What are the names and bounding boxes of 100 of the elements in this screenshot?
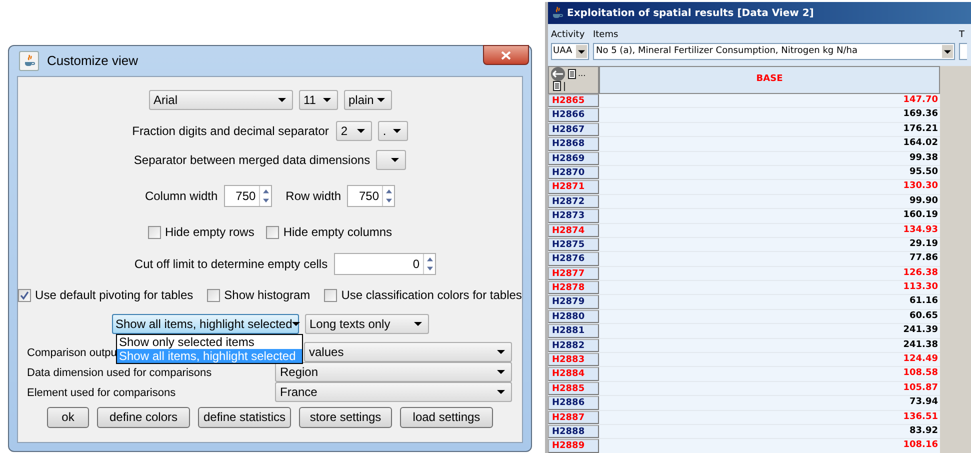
field-label: Column width [144,188,218,205]
checkbox[interactable] [207,288,220,302]
field-label: Element used for comparisons [27,387,176,399]
table-cell-text: 169.36 [902,108,939,122]
document-icon[interactable] [568,69,576,79]
checkbox[interactable] [18,288,32,302]
row-header[interactable]: H2870 [548,166,599,180]
dropdown[interactable]: . [378,121,408,141]
caret-icon [944,50,951,54]
dropdown[interactable]: UAA [551,43,589,60]
dropdown[interactable]: Arial [148,90,292,110]
field-label: Fraction digits and decimal separator [132,123,329,140]
document-icon[interactable] [553,81,561,91]
checkbox-label: Use default pivoting for tables [35,287,194,304]
dropdown[interactable]: 11 [298,90,338,110]
cup-icon [550,6,564,20]
field-label: Comparison outpu [27,347,117,359]
caret-icon [322,98,330,102]
field-label: Data dimension used for comparisons [27,367,212,379]
table-cell-text: 176.21 [902,122,939,136]
table-cell-text: 73.94 [908,396,939,410]
spinner-field[interactable]: 0 [334,253,436,275]
dialog-button[interactable]: ok [47,406,89,428]
checkbox[interactable] [148,226,161,238]
table-cell-text: 241.39 [902,324,939,338]
dropdown[interactable]: plain [344,90,392,110]
cup-icon [22,54,36,68]
close-icon [501,50,511,60]
table-cell-text: 241.38 [902,338,939,352]
window-title: Exploitation of spatial results [Data View 2] [567,6,814,20]
caret-icon [497,390,505,394]
checkbox[interactable] [266,226,280,238]
row-header[interactable]: H2888 [548,424,599,438]
caret-icon [578,50,585,54]
dialog-button[interactable]: define statistics [198,406,291,428]
row-header[interactable]: H2872 [548,194,599,208]
row-header[interactable]: H2869 [548,152,599,165]
table-cell-text: 136.51 [902,410,939,424]
row-header[interactable]: H2879 [548,295,599,309]
table-cell-text: 147.70 [902,94,939,107]
row-header[interactable]: H2886 [548,396,599,410]
field-label: Cut off limit to determine empty cells [134,256,328,273]
dialog-button[interactable]: load settings [400,406,493,428]
more-label[interactable]: ... [578,69,586,79]
row-header[interactable]: H2880 [548,310,599,324]
dropdown[interactable]: values [304,342,512,362]
table-cell-text: 60.65 [908,310,939,323]
dropdown[interactable]: No 5 (a), Mineral Fertilizer Consumption, Nitrogen kg N/ha [593,43,955,60]
dropdown[interactable]: France [275,382,512,402]
row-header[interactable]: H2882 [548,338,599,352]
dropdown-option[interactable]: Show only selected items [117,335,302,349]
row-header[interactable]: H2868 [548,137,599,151]
checkbox-label: Hide empty rows [164,224,254,241]
dialog-button[interactable]: define colors [97,406,190,428]
table-cell-text: 61.16 [908,295,939,308]
table-cell-text: 134.93 [902,224,939,237]
caret-icon [497,350,505,354]
table-cell-text: 126.38 [902,266,939,280]
field-label: Separator between merged data dimensions [134,152,370,169]
dropdown[interactable]: Region [275,362,512,382]
table-cell-text: 108.58 [902,367,939,380]
caret-icon [414,322,422,326]
table-cell-text: 108.16 [902,439,939,452]
dropdown[interactable] [376,150,406,170]
dropdown[interactable]: 2 [336,121,372,141]
row-header[interactable]: H2875 [548,238,599,252]
table-cell-text: 164.02 [902,137,939,150]
checkbox[interactable] [324,288,338,302]
caret-icon [391,158,400,162]
caret-icon [376,98,384,102]
table-cell-text: 77.86 [908,252,939,266]
field-label: T [959,29,966,41]
field-label: Row width [286,188,342,205]
back-arrow-icon[interactable] [550,67,566,81]
dialog-button[interactable]: store settings [299,406,392,428]
close-button[interactable] [483,45,529,65]
caret-icon [278,98,286,102]
table-cell-text: 160.19 [902,209,939,222]
caret-icon [356,129,365,133]
field-label: Activity [551,29,586,41]
row-header[interactable]: H2867 [548,122,599,136]
table-cell-text: 99.90 [908,194,939,208]
table-cell-text: 95.50 [908,166,939,179]
row-header[interactable]: H2876 [548,252,599,266]
checkbox-label: Show histogram [224,287,310,304]
table-cell-text: 105.87 [902,382,939,395]
row-header[interactable]: H2866 [548,108,599,122]
dropdown[interactable]: Long texts only [304,314,428,334]
caret-icon [392,129,401,133]
caret-icon [292,322,300,326]
row-header[interactable]: H2873 [548,209,599,223]
table-cell-text: 29.19 [908,238,939,251]
row-header[interactable]: H2881 [548,324,599,338]
checkbox-label: Hide empty columns [283,224,392,241]
spinner-field[interactable]: 750 [347,185,396,207]
dropdown[interactable]: Show all items, highlight selected [112,314,298,334]
spinner-field[interactable]: 750 [224,185,272,207]
table-cell-text: 113.30 [902,281,939,294]
table-cell-text: 99.38 [908,152,939,165]
window-title: Customize view [47,52,138,70]
